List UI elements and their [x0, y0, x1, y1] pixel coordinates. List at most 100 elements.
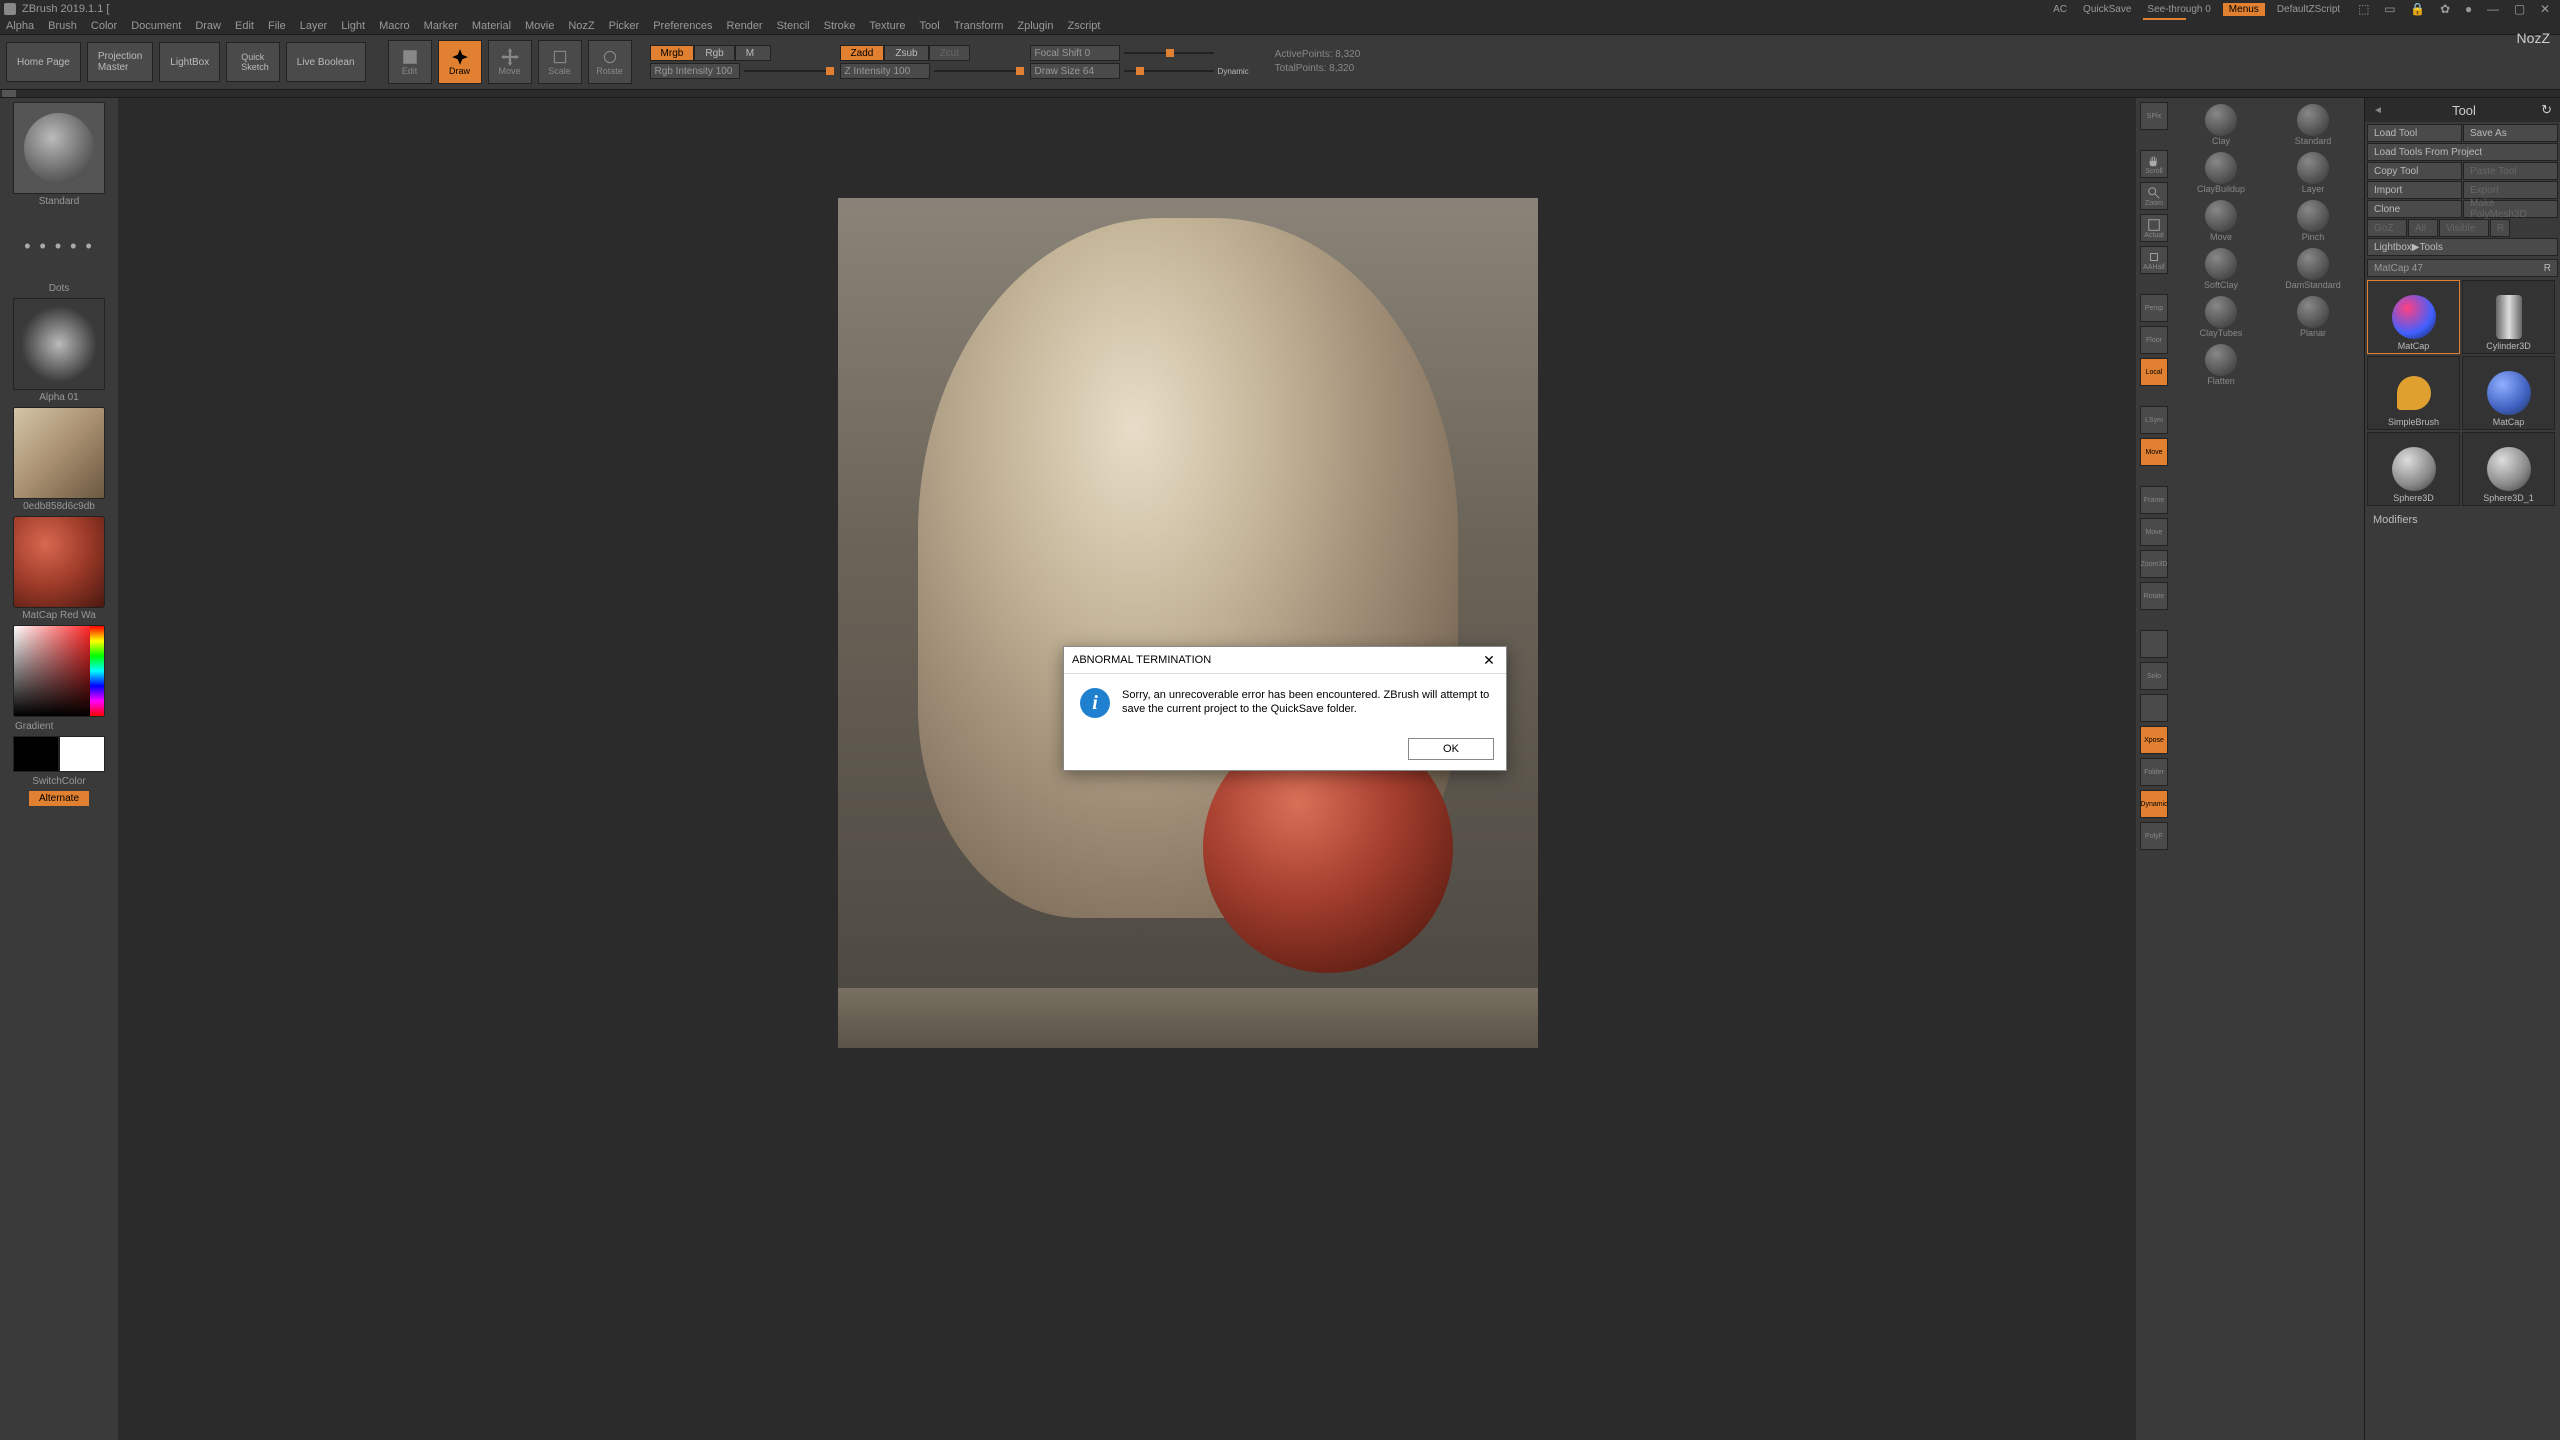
- zoom-button[interactable]: Zoom: [2140, 182, 2168, 210]
- projection-master-button[interactable]: Projection Master: [87, 42, 153, 82]
- tool-thumb-sphere3d[interactable]: Sphere3D: [2367, 432, 2460, 506]
- rgb-intensity-slider[interactable]: Rgb Intensity 100: [650, 63, 740, 79]
- brush-claybuildup[interactable]: ClayBuildup: [2176, 150, 2266, 196]
- lsym-button[interactable]: LSym: [2140, 406, 2168, 434]
- tool-thumb-cylinder[interactable]: Cylinder3D: [2462, 280, 2555, 354]
- folder-button[interactable]: Folder: [2140, 758, 2168, 786]
- menu-macro[interactable]: Macro: [379, 20, 410, 32]
- floor-button[interactable]: Floor: [2140, 326, 2168, 354]
- scale-button[interactable]: Scale: [538, 40, 582, 84]
- menu-document[interactable]: Document: [131, 20, 181, 32]
- menu-nozz[interactable]: NozZ: [568, 20, 594, 32]
- maximize-icon[interactable]: ▢: [2508, 0, 2531, 18]
- menu-stencil[interactable]: Stencil: [777, 20, 810, 32]
- color-picker[interactable]: [13, 625, 105, 717]
- dialog-close-button[interactable]: ✕: [1480, 651, 1498, 669]
- menu-texture[interactable]: Texture: [869, 20, 905, 32]
- rotate-button[interactable]: Rotate: [588, 40, 632, 84]
- copy-tool-button[interactable]: Copy Tool: [2367, 162, 2462, 180]
- export-button[interactable]: Export: [2463, 181, 2558, 199]
- alpha-selector[interactable]: Alpha 01: [13, 298, 105, 405]
- material-selector[interactable]: MatCap Red Wa: [13, 516, 105, 623]
- lightbox-tools-button[interactable]: Lightbox▶Tools: [2367, 238, 2558, 256]
- tool-thumb-simplebrush[interactable]: SimpleBrush: [2367, 356, 2460, 430]
- persp-button[interactable]: Persp: [2140, 294, 2168, 322]
- spix-button[interactable]: SPix: [2140, 102, 2168, 130]
- paste-tool-button[interactable]: Paste Tool: [2463, 162, 2558, 180]
- switchcolor-button[interactable]: SwitchColor: [13, 774, 105, 789]
- minimize-icon[interactable]: —: [2481, 0, 2505, 18]
- lightbox-button[interactable]: LightBox: [159, 42, 220, 82]
- brush-planar[interactable]: Planar: [2268, 294, 2358, 340]
- menu-material[interactable]: Material: [472, 20, 511, 32]
- goz-visible-button[interactable]: Visible: [2439, 219, 2489, 237]
- brush-selector[interactable]: Standard: [13, 102, 105, 209]
- matcap-slider[interactable]: MatCap 47 R: [2367, 259, 2558, 277]
- z-intensity-track[interactable]: [934, 70, 1024, 72]
- quicksketch-button[interactable]: Quick Sketch: [226, 42, 280, 82]
- draw-size-track[interactable]: [1124, 70, 1214, 72]
- brush-move[interactable]: Move: [2176, 198, 2266, 244]
- save-as-button[interactable]: Save As: [2463, 124, 2558, 142]
- zsub-button[interactable]: Zsub: [884, 45, 928, 61]
- defaultzscript-button[interactable]: DefaultZScript: [2273, 2, 2344, 17]
- texture-selector[interactable]: 0edb858d6c9db: [13, 407, 105, 514]
- menu-preferences[interactable]: Preferences: [653, 20, 712, 32]
- menu-edit[interactable]: Edit: [235, 20, 254, 32]
- rotate3d-button[interactable]: Rotate: [2140, 582, 2168, 610]
- document-tabstrip[interactable]: [0, 90, 2560, 98]
- move3d-button[interactable]: Move: [2140, 518, 2168, 546]
- zcut-button[interactable]: Zcut: [929, 45, 970, 61]
- bg-color[interactable]: [59, 736, 105, 772]
- fg-bg-swatches[interactable]: [13, 736, 105, 772]
- fg-color[interactable]: [13, 736, 59, 772]
- xyz-button[interactable]: Move: [2140, 438, 2168, 466]
- menu-zscript[interactable]: Zscript: [1067, 20, 1100, 32]
- brush-pinch[interactable]: Pinch: [2268, 198, 2358, 244]
- xpose-button[interactable]: Xpose: [2140, 726, 2168, 754]
- brush-softclay[interactable]: SoftClay: [2176, 246, 2266, 292]
- menu-movie[interactable]: Movie: [525, 20, 554, 32]
- alternate-button[interactable]: Alternate: [29, 791, 89, 806]
- ghost-button[interactable]: [2140, 694, 2168, 722]
- aahalf-button[interactable]: AAHalf: [2140, 246, 2168, 274]
- close-icon[interactable]: ✕: [2534, 0, 2556, 18]
- draw-button[interactable]: Draw: [438, 40, 482, 84]
- refresh-icon[interactable]: ↻: [2541, 102, 2552, 118]
- brush-layer[interactable]: Layer: [2268, 150, 2358, 196]
- menu-tool[interactable]: Tool: [920, 20, 940, 32]
- tool-thumb-matcap2[interactable]: MatCap: [2462, 356, 2555, 430]
- quicksave-button[interactable]: QuickSave: [2079, 2, 2135, 17]
- frame-button[interactable]: Frame: [2140, 486, 2168, 514]
- make-polymesh-button[interactable]: Make PolyMesh3D: [2463, 200, 2558, 218]
- focal-shift-slider[interactable]: Focal Shift 0: [1030, 45, 1120, 61]
- solo-button[interactable]: Solo: [2140, 662, 2168, 690]
- brush-flatten[interactable]: Flatten: [2176, 342, 2266, 388]
- modifiers-section[interactable]: Modifiers: [2365, 508, 2560, 532]
- menu-transform[interactable]: Transform: [954, 20, 1004, 32]
- screen-icon[interactable]: ⬚: [2352, 0, 2375, 18]
- dynamic-label[interactable]: Dynamic: [1218, 67, 1249, 76]
- menu-brush[interactable]: Brush: [48, 20, 77, 32]
- home-page-button[interactable]: Home Page: [6, 42, 81, 82]
- menu-render[interactable]: Render: [727, 20, 763, 32]
- focal-shift-track[interactable]: [1124, 52, 1214, 54]
- goz-all-button[interactable]: All: [2408, 219, 2438, 237]
- zoom3d-button[interactable]: Zoom3D: [2140, 550, 2168, 578]
- menu-stroke[interactable]: Stroke: [824, 20, 856, 32]
- menu-zplugin[interactable]: Zplugin: [1017, 20, 1053, 32]
- edit-button[interactable]: Edit: [388, 40, 432, 84]
- help-icon[interactable]: ●: [2459, 0, 2478, 18]
- brush-standard[interactable]: Standard: [2268, 102, 2358, 148]
- dialog-titlebar[interactable]: ABNORMAL TERMINATION ✕: [1064, 647, 1506, 674]
- brush-clay[interactable]: Clay: [2176, 102, 2266, 148]
- menu-picker[interactable]: Picker: [609, 20, 640, 32]
- menu-draw[interactable]: Draw: [195, 20, 221, 32]
- dialog-ok-button[interactable]: OK: [1408, 738, 1494, 760]
- clone-button[interactable]: Clone: [2367, 200, 2462, 218]
- brush-damstandard[interactable]: DamStandard: [2268, 246, 2358, 292]
- polyf-button[interactable]: PolyF: [2140, 822, 2168, 850]
- zadd-button[interactable]: Zadd: [840, 45, 885, 61]
- menu-color[interactable]: Color: [91, 20, 117, 32]
- rgb-button[interactable]: Rgb: [694, 45, 734, 61]
